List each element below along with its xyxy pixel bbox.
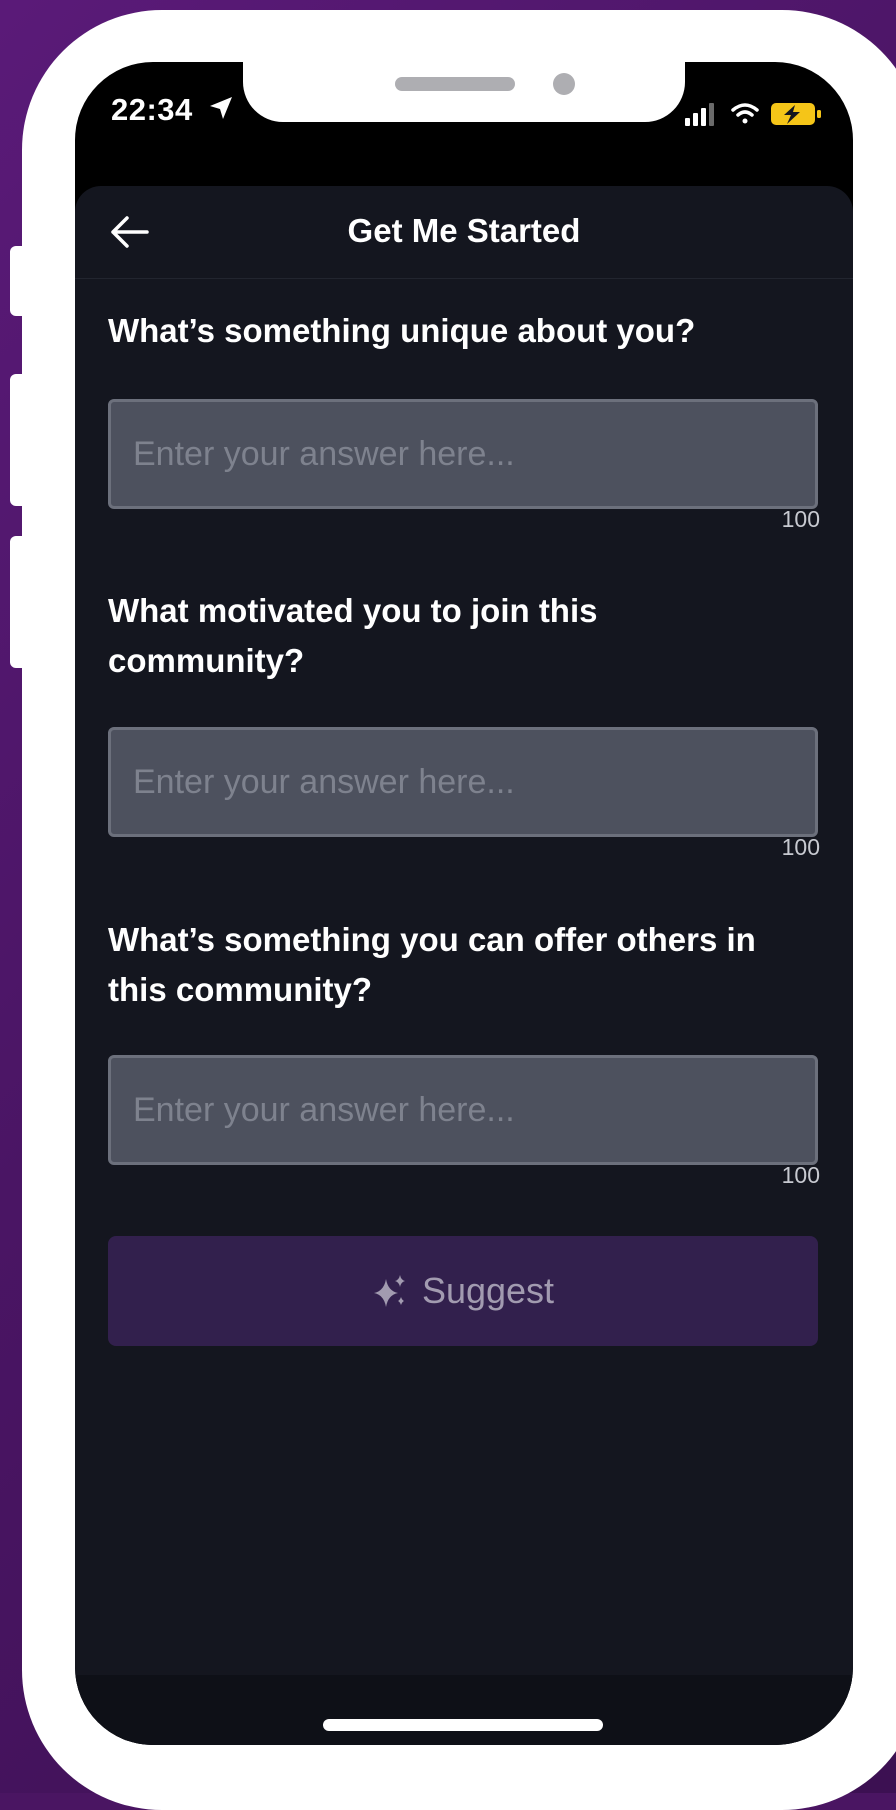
- status-icons: [685, 103, 821, 126]
- bottom-safe-area: [75, 1675, 853, 1745]
- status-time: 22:34: [111, 92, 193, 127]
- suggest-button-label: Suggest: [421, 1270, 555, 1311]
- notch: [243, 62, 685, 122]
- home-indicator[interactable]: [323, 1719, 603, 1731]
- sparkles-icon: [373, 1275, 405, 1307]
- question-1-char-counter: 100: [781, 506, 820, 532]
- get-started-sheet: Get Me Started What’s something unique a…: [75, 186, 853, 1745]
- navigation-bar: Get Me Started: [75, 186, 853, 279]
- cellular-signal-icon: [685, 103, 714, 126]
- front-camera: [553, 73, 575, 95]
- phone-screen: 22:34 Get Me Started What’s something un…: [75, 62, 853, 1745]
- location-arrow-icon: [210, 97, 232, 119]
- question-3-answer-input[interactable]: [108, 1055, 818, 1165]
- wifi-icon: [731, 103, 759, 124]
- question-1-answer-input[interactable]: [108, 399, 818, 509]
- question-2-answer-input[interactable]: [108, 727, 818, 837]
- question-2-label: What motivated you to join this communit…: [108, 592, 598, 679]
- suggest-button[interactable]: Suggest: [108, 1236, 818, 1346]
- battery-charging-icon: [771, 103, 821, 125]
- page-title: Get Me Started: [347, 212, 581, 249]
- question-3-char-counter: 100: [781, 1162, 820, 1188]
- speaker: [395, 77, 515, 91]
- question-1-label: What’s something unique about you?: [108, 312, 696, 349]
- question-3-label: What’s something you can offer others in…: [108, 921, 756, 1008]
- question-2-char-counter: 100: [781, 834, 820, 860]
- suggest-button-content: Suggest: [108, 1236, 818, 1346]
